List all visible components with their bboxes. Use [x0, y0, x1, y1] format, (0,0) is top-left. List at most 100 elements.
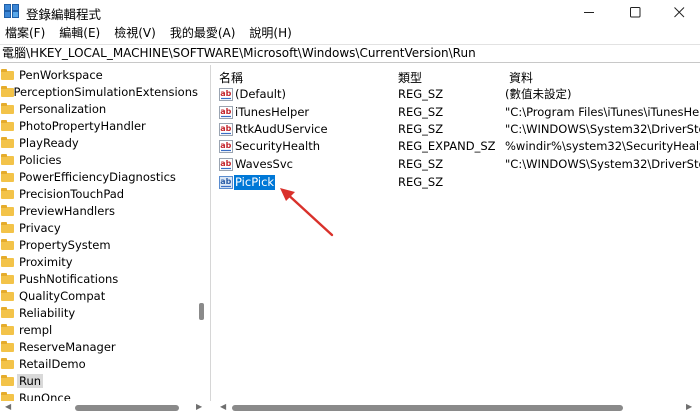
folder-icon	[1, 136, 14, 148]
svg-text:ab: ab	[220, 124, 231, 133]
svg-text:ab: ab	[220, 141, 231, 150]
value-row[interactable]: ab RtkAudUService REG_SZ "C:\WINDOWS\Sys…	[215, 121, 700, 139]
svg-text:ab: ab	[220, 159, 231, 168]
string-value-icon: ab	[219, 140, 233, 153]
column-header-data[interactable]: 資料	[509, 69, 533, 86]
scroll-right-icon[interactable]: ▶	[196, 402, 202, 411]
menu-file[interactable]: 檔案(F)	[0, 24, 52, 43]
value-row[interactable]: ab iTunesHelper REG_SZ "C:\Program Files…	[215, 104, 700, 122]
value-data: "C:\Program Files\iTunes\iTunesHelper.ex…	[505, 105, 700, 119]
folder-icon	[1, 323, 14, 335]
svg-text:ab: ab	[220, 107, 231, 116]
maximize-button[interactable]	[612, 0, 658, 24]
tree-item[interactable]: Personalization	[0, 100, 200, 117]
key-tree[interactable]: PenWorkspace PerceptionSimulationExtensi…	[0, 65, 211, 417]
value-type: REG_SZ	[398, 87, 444, 101]
values-horizontal-scrollbar-thumb[interactable]	[232, 405, 623, 411]
folder-icon	[1, 153, 14, 165]
tree-item[interactable]: PhotoPropertyHandler	[0, 117, 200, 134]
value-row[interactable]: ab (Default) REG_SZ (數值未設定)	[215, 86, 700, 104]
scroll-left-icon[interactable]: ◀	[5, 402, 11, 411]
folder-icon	[1, 238, 14, 250]
registry-editor-icon	[4, 4, 19, 18]
minimize-button[interactable]	[566, 0, 612, 24]
folder-icon	[1, 119, 14, 131]
tree-item[interactable]: Policies	[0, 151, 200, 168]
close-button[interactable]	[656, 0, 700, 24]
folder-icon	[1, 340, 14, 352]
value-name: RtkAudUService	[235, 122, 328, 136]
folder-icon	[1, 357, 14, 369]
string-value-icon: ab	[219, 106, 233, 119]
value-name: (Default)	[235, 87, 286, 101]
title-bar: 登錄編輯程式	[0, 0, 700, 24]
value-type: REG_SZ	[398, 175, 444, 189]
tree-item[interactable]: Privacy	[0, 219, 200, 236]
folder-icon	[1, 204, 14, 216]
tree-item[interactable]: PrecisionTouchPad	[0, 185, 200, 202]
minimize-icon	[583, 11, 594, 13]
tree-item[interactable]: PerceptionSimulationExtensions	[0, 83, 200, 100]
folder-icon	[1, 102, 14, 114]
folder-icon	[1, 68, 14, 80]
close-icon	[673, 6, 684, 17]
folder-icon	[1, 272, 14, 284]
menu-help[interactable]: 說明(H)	[242, 24, 298, 43]
string-value-icon: ab	[219, 88, 233, 101]
tree-item[interactable]: rempl	[0, 321, 200, 338]
tree-item[interactable]: ReserveManager	[0, 338, 200, 355]
string-value-icon: ab	[219, 123, 233, 136]
tree-item[interactable]: PreviewHandlers	[0, 202, 200, 219]
tree-vertical-scrollbar-thumb[interactable]	[199, 303, 204, 320]
tree-item[interactable]: Proximity	[0, 253, 200, 270]
scroll-left-icon[interactable]: ◀	[220, 402, 226, 411]
folder-icon	[1, 374, 14, 386]
value-type: REG_EXPAND_SZ	[398, 139, 496, 153]
tree-item[interactable]: PowerEfficiencyDiagnostics	[0, 168, 200, 185]
value-name: WavesSvc	[235, 157, 293, 171]
menu-view[interactable]: 檢視(V)	[107, 24, 163, 43]
folder-icon	[1, 187, 14, 199]
folder-icon	[1, 221, 14, 233]
string-value-icon: ab	[219, 176, 233, 189]
folder-icon	[1, 170, 14, 182]
column-header-name[interactable]: 名稱	[219, 69, 243, 86]
tree-item[interactable]: PushNotifications	[0, 270, 200, 287]
column-header-type[interactable]: 類型	[398, 69, 422, 86]
value-name: PicPick	[234, 175, 276, 190]
folder-icon	[1, 306, 14, 318]
string-value-icon: ab	[219, 158, 233, 171]
tree-item[interactable]: Reliability	[0, 304, 200, 321]
value-row[interactable]: ab WavesSvc REG_SZ "C:\WINDOWS\System32\…	[215, 156, 700, 174]
tree-item[interactable]: PenWorkspace	[0, 66, 200, 83]
tree-item[interactable]: RetailDemo	[0, 355, 200, 372]
value-type: REG_SZ	[398, 157, 444, 171]
annotation-arrow-icon	[280, 188, 334, 237]
maximize-icon	[629, 6, 640, 17]
values-list[interactable]: 名稱 類型 資料 ab (Default) REG_SZ (數值未設定) ab …	[215, 65, 700, 417]
value-type: REG_SZ	[398, 105, 444, 119]
value-row[interactable]: ab SecurityHealth REG_EXPAND_SZ %windir%…	[215, 138, 700, 156]
tree-horizontal-scrollbar-thumb[interactable]	[75, 405, 179, 411]
folder-icon	[1, 85, 14, 97]
tree-item[interactable]: QualityCompat	[0, 287, 200, 304]
tree-item[interactable]: PropertySystem	[0, 236, 200, 253]
menu-edit[interactable]: 編輯(E)	[52, 24, 107, 43]
value-name: SecurityHealth	[235, 139, 320, 153]
tree-item[interactable]: PlayReady	[0, 134, 200, 151]
scroll-right-icon[interactable]: ▶	[686, 402, 692, 411]
value-type: REG_SZ	[398, 122, 444, 136]
value-data: "C:\WINDOWS\System32\DriverStore\FileRep…	[505, 157, 700, 171]
menu-favorites[interactable]: 我的最愛(A)	[163, 24, 243, 43]
folder-icon	[1, 255, 14, 267]
address-bar[interactable]: 電腦\HKEY_LOCAL_MACHINE\SOFTWARE\Microsoft…	[0, 44, 700, 63]
value-data: (數值未設定)	[505, 87, 572, 101]
tree-item-run[interactable]: Run	[0, 372, 200, 389]
value-name: iTunesHelper	[235, 105, 310, 119]
svg-text:ab: ab	[220, 89, 231, 98]
menu-bar: 檔案(F) 編輯(E) 檢視(V) 我的最愛(A) 說明(H)	[0, 24, 700, 43]
value-data: "C:\WINDOWS\System32\DriverStore\FileRep…	[505, 122, 700, 136]
folder-icon	[1, 289, 14, 301]
svg-text:ab: ab	[220, 177, 231, 186]
window-title: 登錄編輯程式	[26, 7, 102, 22]
